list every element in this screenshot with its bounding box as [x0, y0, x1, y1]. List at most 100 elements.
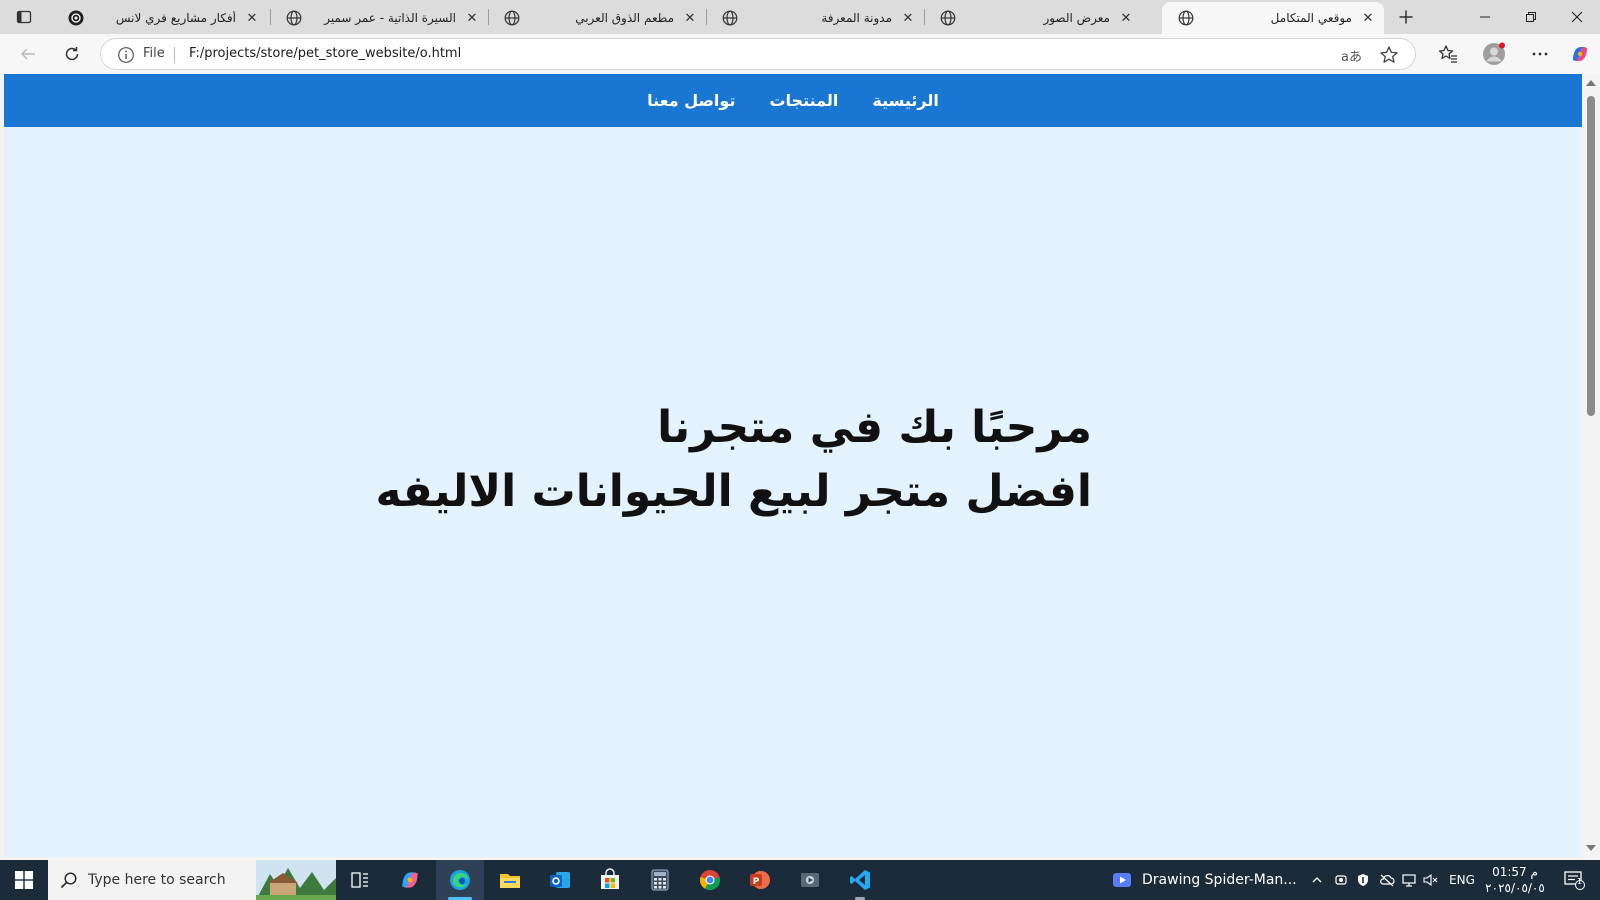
globe-icon	[940, 10, 956, 26]
taskbar-app-calculator[interactable]	[636, 860, 684, 900]
nav-link-contact[interactable]: تواصل معنا	[647, 91, 735, 110]
tab-title: السيرة الذاتية - عمر سمير	[324, 11, 456, 25]
globe-icon	[722, 10, 738, 26]
hero-subtitle: افضل متجر لبيع الحيوانات الاليفه	[375, 466, 1092, 517]
calculator-icon	[651, 869, 669, 891]
scrollbar-thumb[interactable]	[1587, 96, 1595, 416]
info-icon[interactable]	[117, 46, 135, 64]
taskbar-app-vscode[interactable]	[836, 860, 884, 900]
tab-title: مطعم الذوق العربي	[575, 11, 674, 25]
scroll-down-arrow-icon[interactable]	[1586, 845, 1596, 851]
close-icon[interactable]: ✕	[1118, 10, 1134, 26]
favorites-icon	[1438, 45, 1457, 63]
globe-icon	[286, 10, 302, 26]
browser-tab[interactable]: السيرة الذاتية - عمر سمير ✕	[270, 2, 488, 34]
scroll-up-arrow-icon[interactable]	[1586, 80, 1596, 86]
more-dots-icon	[1532, 52, 1548, 56]
tray-meet-now[interactable]	[1330, 860, 1352, 900]
avatar-icon	[1483, 42, 1505, 65]
taskbar-app-edge[interactable]	[436, 860, 484, 900]
browser-tab-strip: أفكار مشاريع فري لانس ✕ السيرة الذاتية -…	[0, 0, 1600, 34]
back-arrow-icon	[20, 48, 35, 60]
more-menu-button[interactable]	[1524, 38, 1556, 70]
browser-toolbar: File F:/projects/store/pet_store_website…	[0, 34, 1600, 74]
vertical-scrollbar[interactable]	[1582, 74, 1600, 857]
browser-tab[interactable]: معرض الصور ✕	[924, 2, 1142, 34]
chevron-up-icon	[1312, 877, 1322, 883]
close-icon[interactable]: ✕	[682, 10, 698, 26]
browser-tab[interactable]: أفكار مشاريع فري لانس ✕	[52, 2, 268, 34]
profile-button[interactable]	[1478, 38, 1510, 70]
nav-link-products[interactable]: المنتجات	[769, 91, 838, 110]
close-icon[interactable]: ✕	[900, 10, 916, 26]
taskbar-app-file-explorer[interactable]	[486, 860, 534, 900]
tray-language[interactable]: ENG	[1446, 860, 1478, 900]
address-bar[interactable]: File F:/projects/store/pet_store_website…	[100, 38, 1416, 70]
browser-tab[interactable]: مطعم الذوق العربي ✕	[488, 2, 706, 34]
tray-network[interactable]	[1398, 860, 1420, 900]
close-icon[interactable]: ✕	[1360, 10, 1376, 26]
chrome-icon	[699, 870, 721, 891]
tray-onedrive[interactable]	[1376, 860, 1398, 900]
tray-security[interactable]	[1352, 860, 1374, 900]
windows-logo-icon	[15, 871, 33, 889]
app-tool-icon	[801, 873, 819, 887]
taskbar-app-powerpoint[interactable]: P	[736, 860, 784, 900]
task-view-icon	[351, 872, 368, 888]
hero-section: مرحبًا بك في متجرنا افضل متجر لبيع الحيو…	[4, 396, 1582, 524]
shield-icon	[1358, 874, 1368, 886]
openai-icon	[68, 10, 84, 26]
nav-link-home[interactable]: الرئيسية	[872, 91, 939, 110]
hero-title: مرحبًا بك في متجرنا	[657, 402, 1092, 453]
tab-title: مدونة المعرفة	[821, 11, 892, 25]
restore-icon	[1526, 12, 1536, 22]
minimize-button[interactable]	[1462, 0, 1508, 34]
clock-date: ٢٠٢٥/٠٥/٠٥	[1485, 881, 1545, 895]
tab-actions-button[interactable]	[4, 3, 44, 31]
refresh-button[interactable]	[56, 38, 88, 70]
plus-icon	[1399, 10, 1413, 24]
outlook-icon	[550, 872, 570, 888]
browser-tab[interactable]: مدونة المعرفة ✕	[706, 2, 924, 34]
show-hidden-icons-button[interactable]	[1306, 860, 1328, 900]
copilot-icon	[1573, 47, 1587, 61]
notifications-button[interactable]: 1	[1552, 860, 1596, 900]
video-play-icon	[1113, 873, 1131, 887]
read-aloud-icon[interactable]: aあ	[1341, 46, 1362, 65]
close-icon[interactable]: ✕	[464, 10, 480, 26]
media-widget[interactable]: Drawing Spider-Man...	[1112, 860, 1297, 900]
taskbar-app-copilot[interactable]	[386, 860, 434, 900]
search-placeholder: Type here to search	[88, 872, 226, 888]
start-button[interactable]	[0, 860, 48, 900]
close-icon[interactable]: ✕	[244, 10, 260, 26]
url-text[interactable]: F:/projects/store/pet_store_website/o.ht…	[189, 46, 461, 61]
new-tab-button[interactable]	[1386, 3, 1426, 31]
taskbar-search[interactable]: Type here to search	[48, 860, 336, 900]
cloud-offline-icon	[1380, 874, 1395, 887]
store-icon	[601, 868, 619, 889]
close-window-button[interactable]	[1554, 0, 1600, 34]
taskbar-app-store[interactable]	[586, 860, 634, 900]
clock-time: 01:57 م	[1492, 865, 1538, 879]
taskbar-app-outlook[interactable]	[536, 860, 584, 900]
favorite-star-icon[interactable]	[1379, 45, 1399, 65]
taskbar-app-chrome[interactable]	[686, 860, 734, 900]
notification-count: 1	[1577, 877, 1583, 886]
browser-tab-active[interactable]: موقعي المتكامل ✕	[1162, 2, 1384, 34]
folder-icon	[500, 874, 520, 888]
camera-icon	[1335, 875, 1347, 885]
tray-volume[interactable]	[1420, 860, 1442, 900]
taskbar-app-media-tool[interactable]	[786, 860, 834, 900]
restore-button[interactable]	[1508, 0, 1554, 34]
page-viewport: الرئيسية المنتجات تواصل معنا مرحبًا بك ف…	[4, 74, 1582, 857]
back-button[interactable]	[12, 38, 44, 70]
copilot-icon	[402, 872, 418, 888]
globe-icon	[1178, 10, 1194, 26]
copilot-button[interactable]	[1564, 38, 1596, 70]
taskbar-clock[interactable]: 01:57 م ٢٠٢٥/٠٥/٠٥	[1480, 864, 1550, 896]
refresh-icon	[65, 47, 79, 61]
task-view-button[interactable]	[336, 860, 384, 900]
favorites-button[interactable]	[1432, 38, 1464, 70]
tab-title: معرض الصور	[1043, 11, 1110, 25]
svg-text:P: P	[753, 877, 760, 887]
